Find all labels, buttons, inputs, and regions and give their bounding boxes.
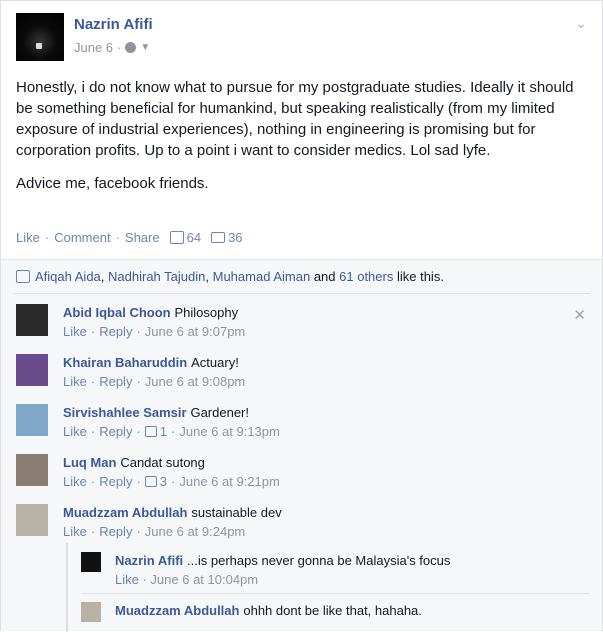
post-actions: Like · Comment · Share 64 36 <box>16 230 243 245</box>
comment-time[interactable]: June 6 at 9:24pm <box>145 524 245 539</box>
separator: · <box>44 230 50 245</box>
comma: , <box>205 269 209 284</box>
separator: · <box>115 230 120 245</box>
comment-time[interactable]: June 6 at 9:21pm <box>179 474 279 489</box>
audience-caret-icon[interactable]: ▼ <box>140 42 150 53</box>
comment-like-count[interactable]: 1 <box>160 424 167 439</box>
separator: · <box>90 374 96 389</box>
divider <box>13 293 590 294</box>
comment-like-button[interactable]: Like <box>115 572 139 587</box>
comment-button[interactable]: Comment <box>54 230 110 245</box>
like-icon <box>169 231 184 244</box>
avatar[interactable] <box>16 304 48 336</box>
commenter-name[interactable]: Khairan Baharuddin <box>63 355 187 370</box>
comment-text: Actuary! <box>191 355 239 370</box>
comment-text: ...is perhaps never gonna be Malaysia's … <box>187 553 451 568</box>
separator: · <box>136 474 141 489</box>
separator: · <box>136 424 141 439</box>
avatar[interactable] <box>16 504 48 536</box>
comment-text: Candat sutong <box>120 455 205 470</box>
comment-count[interactable]: 36 <box>211 230 243 245</box>
commenter-name[interactable]: Sirvishahlee Samsir <box>63 405 187 420</box>
liker-link[interactable]: Muhamad Aiman <box>213 269 311 284</box>
commenter-name[interactable]: Muadzzam Abdullah <box>63 505 187 520</box>
post-paragraph: Honestly, i do not know what to pursue f… <box>16 79 574 159</box>
separator: · <box>90 474 96 489</box>
comment-like-button[interactable]: Like <box>63 324 87 339</box>
comment-text: Gardener! <box>190 405 250 420</box>
separator: · <box>90 424 96 439</box>
globe-icon[interactable] <box>125 42 137 53</box>
comment-time[interactable]: June 6 at 9:07pm <box>145 324 245 339</box>
comment-reply-button[interactable]: Reply <box>99 424 132 439</box>
post-date[interactable]: June 6 <box>74 40 113 55</box>
comment-like-count[interactable]: 3 <box>160 474 167 489</box>
comment-like-button[interactable]: Like <box>63 374 87 389</box>
divider <box>81 593 590 594</box>
liker-link[interactable]: Nadhirah Tajudin <box>108 269 205 284</box>
comment-text: Philosophy <box>174 305 239 320</box>
avatar[interactable] <box>16 404 48 436</box>
separator: · <box>136 524 141 539</box>
avatar[interactable] <box>81 602 101 622</box>
separator: · <box>136 324 141 339</box>
comment-like-button[interactable]: Like <box>63 474 87 489</box>
comma: , <box>100 269 105 284</box>
separator: · <box>136 374 141 389</box>
avatar[interactable] <box>16 354 48 386</box>
comment-reply-button[interactable]: Reply <box>99 374 132 389</box>
comment-like-button[interactable]: Like <box>63 524 87 539</box>
chevron-down-icon[interactable]: ⌄ <box>575 15 587 32</box>
comment-like-button[interactable]: Like <box>63 424 87 439</box>
post-body: Honestly, i do not know what to pursue f… <box>16 77 591 194</box>
commenter-name[interactable]: Luq Man <box>63 455 116 470</box>
feedback-section: Afiqah Aida, Nadhirah Tajudin, Muhamad A… <box>1 259 602 632</box>
likes-suffix: like this. <box>396 269 444 284</box>
commenter-name[interactable]: Muadzzam Abdullah <box>115 603 239 618</box>
comment-icon <box>211 232 226 243</box>
comment-reply-button[interactable]: Reply <box>99 324 132 339</box>
separator: · <box>90 524 96 539</box>
comment-time[interactable]: June 6 at 9:13pm <box>179 424 279 439</box>
commenter-name[interactable]: Abid Iqbal Choon <box>63 305 171 320</box>
commenter-name[interactable]: Nazrin Afifi <box>115 553 183 568</box>
like-count-value: 64 <box>186 230 202 245</box>
avatar[interactable] <box>81 552 101 572</box>
post-meta: June 6 · ▼ <box>74 40 150 55</box>
comment-text: sustainable dev <box>191 505 282 520</box>
post-card: Nazrin Afifi June 6 · ▼ ⌄ Honestly, i do… <box>0 0 603 632</box>
separator: · <box>171 424 176 439</box>
separator: · <box>90 324 96 339</box>
comment-count-value: 36 <box>228 230 243 245</box>
separator: · <box>171 474 176 489</box>
share-button[interactable]: Share <box>125 230 160 245</box>
likes-and: and <box>313 269 336 284</box>
reply-thread-bar <box>66 543 68 632</box>
author-name[interactable]: Nazrin Afifi <box>74 16 153 33</box>
comment-time[interactable]: June 6 at 10:04pm <box>150 572 258 587</box>
others-link[interactable]: 61 others <box>339 269 393 284</box>
comment-reply-button[interactable]: Reply <box>99 474 132 489</box>
close-icon[interactable]: ✕ <box>573 306 586 324</box>
likes-summary: Afiqah Aida, Nadhirah Tajudin, Muhamad A… <box>16 269 444 284</box>
like-icon <box>144 476 157 487</box>
liker-link[interactable]: Afiqah Aida <box>35 269 101 284</box>
like-icon <box>16 270 30 283</box>
meta-separator: · <box>117 40 122 55</box>
author-avatar[interactable] <box>16 13 64 61</box>
like-icon <box>144 426 157 437</box>
avatar[interactable] <box>16 454 48 486</box>
comment-reply-button[interactable]: Reply <box>99 524 132 539</box>
comment-text: ohhh dont be like that, hahaha. <box>243 603 422 618</box>
post-header: Nazrin Afifi June 6 · ▼ <box>16 13 576 63</box>
like-button[interactable]: Like <box>16 230 40 245</box>
like-count[interactable]: 64 <box>169 230 202 245</box>
post-paragraph: Advice me, facebook friends. <box>16 175 209 192</box>
comment-time[interactable]: June 6 at 9:08pm <box>145 374 245 389</box>
